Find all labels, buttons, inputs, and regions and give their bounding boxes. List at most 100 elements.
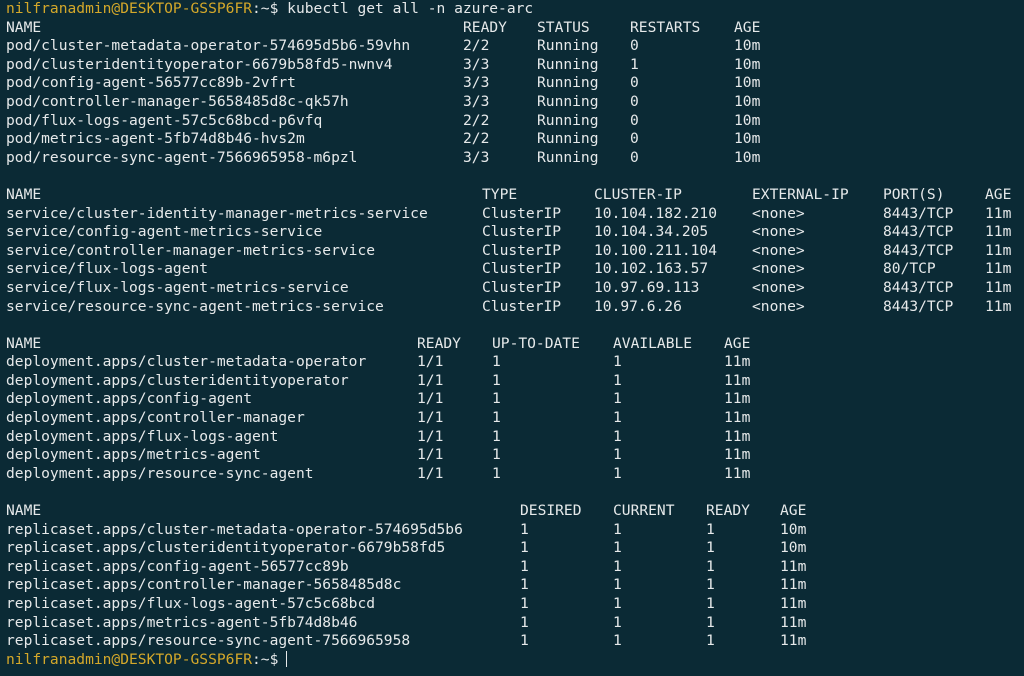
replicasets-table: NAME DESIRED CURRENT READY AGE replicaset.app…	[6, 502, 1024, 651]
table-cell: ClusterIP	[482, 241, 562, 259]
table-row: pod/metrics-agent-5fb74d8b46-hvs2m 2/2 Run…	[6, 130, 1024, 149]
table-cell: 1	[492, 409, 501, 427]
table-cell: <none>	[752, 223, 805, 241]
table-cell: 1	[613, 427, 622, 445]
table-cell: 1	[613, 390, 622, 408]
table-cell: replicaset.apps/cluster-metadata-operato…	[6, 520, 463, 538]
table-cell: service/resource-sync-agent-metrics-serv…	[6, 297, 384, 315]
table-cell: 3/3	[463, 55, 490, 73]
table-cell: 10.97.69.113	[594, 278, 700, 296]
table-cell: 1	[613, 353, 622, 371]
table-cell: 1	[706, 576, 715, 594]
column-header: RESTARTS	[630, 18, 701, 36]
table-cell: 10m	[734, 74, 761, 92]
table-cell: 1	[613, 595, 622, 612]
table-cell: 1	[613, 557, 622, 575]
table-cell: service/config-agent-metrics-service	[6, 223, 323, 241]
column-header: AVAILABLE	[613, 334, 693, 352]
table-cell: 1/1	[417, 427, 444, 445]
table-cell: 1	[613, 632, 622, 650]
table-cell: deployment.apps/controller-manager	[6, 409, 305, 427]
table-row: pod/flux-logs-agent-57c5c68bcd-p6vfq 2/2 R…	[6, 112, 1024, 131]
table-cell: pod/config-agent-56577cc89b-2vfrt	[6, 74, 296, 92]
table-row: replicaset.apps/controller-manager-56584…	[6, 576, 1024, 595]
table-row: pod/controller-manager-5658485d8c-qk57h 3…	[6, 93, 1024, 112]
table-cell: 2/2	[463, 37, 490, 55]
table-cell: 11m	[780, 632, 807, 650]
table-cell: 11m	[780, 613, 807, 631]
table-row: service/flux-logs-agent ClusterIP 10.102.1…	[6, 260, 1024, 279]
table-cell: 1	[630, 55, 639, 73]
table-cell: Running	[537, 148, 599, 166]
table-cell: 1	[613, 409, 622, 427]
table-cell: 8443/TCP	[883, 223, 954, 241]
table-cell: 10.102.163.57	[594, 260, 709, 278]
table-cell: 11m	[985, 241, 1012, 259]
pods-table: NAME READY STATUS RESTARTS AGE pod/cluster-me…	[6, 19, 1024, 168]
table-cell: pod/flux-logs-agent-57c5c68bcd-p6vfq	[6, 111, 323, 129]
table-cell: 11m	[724, 427, 751, 445]
table-cell: 1	[613, 576, 622, 594]
table-cell: 1/1	[417, 390, 444, 408]
column-header: STATUS	[537, 18, 590, 36]
prompt-path: :~$	[252, 650, 279, 668]
table-cell: 1	[613, 613, 622, 631]
command-line: nilfranadmin@DESKTOP-GSSP6FR:~$ kubectl …	[6, 0, 1024, 19]
column-header: READY	[417, 334, 461, 352]
column-header: READY	[706, 502, 750, 520]
table-cell: 10.104.182.210	[594, 204, 718, 222]
command-output: NAME READY STATUS RESTARTS AGE pod/cluster-me…	[6, 19, 1024, 651]
table-row: service/controller-manager-metrics-servi…	[6, 242, 1024, 261]
table-row: replicaset.apps/flux-logs-agent-57c5c68b…	[6, 595, 1024, 614]
table-cell: 1/1	[417, 371, 444, 389]
table-cell: service/flux-logs-agent-metrics-service	[6, 278, 349, 296]
column-header: CURRENT	[613, 502, 675, 520]
table-cell: replicaset.apps/resource-sync-agent-7566…	[6, 632, 411, 650]
table-cell: pod/clusteridentityoperator-6679b58fd5-n…	[6, 55, 393, 73]
table-cell: deployment.apps/resource-sync-agent	[6, 464, 314, 482]
table-cell: 11m	[780, 576, 807, 594]
table-cell: 11m	[724, 371, 751, 389]
table-cell: 11m	[780, 595, 807, 612]
services-table: NAME TYPE CLUSTER-IP EXTERNAL-IP PORT(S) AGE s…	[6, 186, 1024, 316]
table-cell: ClusterIP	[482, 260, 562, 278]
column-header: TYPE	[482, 185, 518, 203]
table-cell: 1	[613, 464, 622, 482]
table-cell: deployment.apps/cluster-metadata-operato…	[6, 353, 367, 371]
table-row: deployment.apps/flux-logs-agent 1/1 1 1 11m	[6, 428, 1024, 447]
table-cell: replicaset.apps/flux-logs-agent-57c5c68b…	[6, 595, 376, 612]
table-cell: 10m	[734, 148, 761, 166]
table-cell: Running	[537, 37, 599, 55]
table-cell: Running	[537, 92, 599, 110]
table-row: replicaset.apps/metrics-agent-5fb74d8b46…	[6, 614, 1024, 633]
table-row: service/config-agent-metrics-service Clus…	[6, 223, 1024, 242]
table-cell: 0	[630, 130, 639, 148]
table-cell: 11m	[724, 353, 751, 371]
table-cell: replicaset.apps/clusteridentityoperator-…	[6, 539, 446, 557]
table-cell: replicaset.apps/metrics-agent-5fb74d8b46	[6, 613, 358, 631]
table-cell: 1	[706, 539, 715, 557]
table-cell: replicaset.apps/config-agent-56577cc89b	[6, 557, 349, 575]
column-header: NAME	[6, 502, 42, 520]
table-cell: service/cluster-identity-manager-metrics…	[6, 204, 428, 222]
terminal-window[interactable]: nilfranadmin@DESKTOP-GSSP6FR:~$ kubectl …	[0, 0, 1024, 676]
table-cell: 1	[706, 520, 715, 538]
command-text: kubectl get all -n azure-arc	[287, 0, 534, 17]
table-cell: pod/resource-sync-agent-7566965958-m6pzl	[6, 148, 358, 166]
table-cell: service/controller-manager-metrics-servi…	[6, 241, 376, 259]
final-prompt-line[interactable]: nilfranadmin@DESKTOP-GSSP6FR:~$	[6, 650, 1024, 670]
table-cell: Running	[537, 130, 599, 148]
table-cell: 11m	[724, 409, 751, 427]
table-cell: 1	[520, 539, 529, 557]
column-header: CLUSTER-IP	[594, 185, 682, 203]
table-cell: <none>	[752, 241, 805, 259]
table-cell: 10.97.6.26	[594, 297, 682, 315]
table-row: deployment.apps/controller-manager 1/1 1 1 1…	[6, 409, 1024, 428]
column-header: AGE	[780, 502, 807, 520]
table-cell: 1/1	[417, 409, 444, 427]
table-cell: deployment.apps/config-agent	[6, 390, 253, 408]
table-cell: 1	[492, 446, 501, 464]
table-cell: 8443/TCP	[883, 241, 954, 259]
table-cell: 8443/TCP	[883, 204, 954, 222]
table-cell: deployment.apps/clusteridentityoperator	[6, 371, 349, 389]
